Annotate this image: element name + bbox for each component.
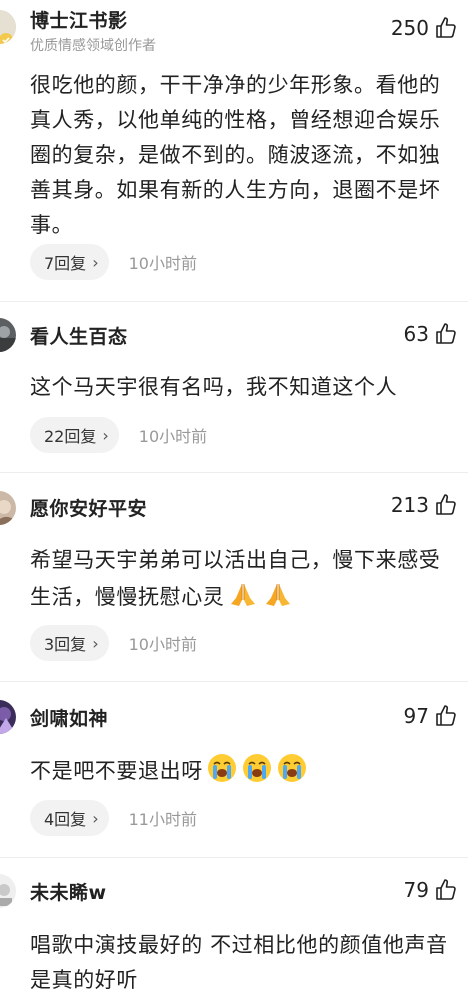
comment-item: 博士江书影 优质情感领域创作者 250 很吃他的颜，干干净净的少年形象。看他的真… [0, 0, 468, 300]
reply-count: 3回复 [44, 635, 87, 654]
view-replies-button[interactable]: 22回复 › [30, 417, 119, 453]
like-count: 213 [390, 493, 429, 517]
comment-text: 希望马天宇弟弟可以活出自己，慢下来感受生活，慢慢抚慰心灵 [30, 543, 460, 615]
view-replies-button[interactable]: 7回复 › [30, 244, 109, 280]
avatar[interactable] [0, 491, 16, 525]
thumbs-up-icon [436, 323, 456, 344]
comment-text-content: 不是吧不要退出呀 [30, 759, 203, 783]
reply-row: 7回复 › 10小时前 [30, 244, 197, 280]
comment-username[interactable]: 博士江书影 [30, 6, 128, 33]
like-button[interactable]: 97 [404, 704, 458, 728]
like-count: 63 [403, 322, 429, 346]
comment-time: 10小时前 [138, 427, 208, 446]
reply-count: 22回复 [44, 427, 97, 446]
comment-username[interactable]: 未未睎w [30, 878, 107, 905]
like-count: 250 [390, 16, 429, 40]
view-replies-button[interactable]: 3回复 › [30, 625, 109, 661]
comment-item: 未未睎w 79 唱歌中演技最好的 不过相比他的颜值他声音是真的好听 [0, 858, 468, 1000]
avatar[interactable] [0, 10, 16, 44]
loudly-crying-face-emoji [277, 754, 306, 782]
chevron-right-icon: › [92, 808, 99, 828]
like-count: 97 [403, 704, 429, 728]
reply-count: 7回复 [44, 254, 87, 273]
chevron-right-icon: › [102, 425, 109, 445]
chevron-right-icon: › [92, 252, 99, 272]
avatar[interactable] [0, 318, 16, 352]
like-button[interactable]: 250 [391, 16, 458, 40]
like-button[interactable]: 213 [391, 493, 458, 517]
chevron-right-icon: › [92, 633, 99, 653]
like-button[interactable]: 63 [404, 322, 458, 346]
folded-hands-emoji [266, 584, 291, 606]
view-replies-button[interactable]: 4回复 › [30, 800, 109, 836]
comment-username[interactable]: 看人生百态 [30, 322, 128, 349]
comment-time: 11小时前 [128, 810, 197, 829]
reply-row: 3回复 › 10小时前 [30, 625, 197, 661]
comment-item: 愿你安好平安 213 希望马天宇弟弟可以活出自己，慢下来感受生活，慢慢抚慰心灵 … [0, 473, 468, 680]
thumbs-up-icon [436, 17, 456, 38]
comment-time: 10小时前 [128, 635, 197, 654]
creator-badge: 优质情感领域创作者 [30, 38, 156, 54]
comment-text: 不是吧不要退出呀 [30, 752, 460, 789]
thumbs-up-icon [436, 494, 456, 515]
comment-item: 剑啸如神 97 不是吧不要退出呀 4回复 › 11小时前 [0, 682, 468, 852]
like-count: 79 [403, 878, 429, 902]
avatar[interactable] [0, 874, 16, 908]
like-button[interactable]: 79 [404, 878, 458, 902]
comment-username[interactable]: 剑啸如神 [30, 704, 108, 731]
reply-row: 22回复 › 10小时前 [30, 417, 207, 453]
loudly-crying-face-emoji [207, 754, 236, 782]
comment-list: 博士江书影 优质情感领域创作者 250 很吃他的颜，干干净净的少年形象。看他的真… [0, 0, 468, 1000]
loudly-crying-face-emoji [242, 754, 271, 782]
thumbs-up-icon [436, 879, 456, 900]
comment-item: 看人生百态 63 这个马天宇很有名吗，我不知道这个人 22回复 › 10小时前 [0, 302, 468, 472]
avatar[interactable] [0, 700, 16, 734]
reply-row: 4回复 › 11小时前 [30, 800, 197, 836]
comment-text: 唱歌中演技最好的 不过相比他的颜值他声音是真的好听 [30, 933, 448, 992]
thumbs-up-icon [436, 705, 456, 726]
comment-text: 很吃他的颜，干干净净的少年形象。看他的真人秀，以他单纯的性格，曾经想迎合娱乐圈的… [30, 73, 441, 237]
reply-count: 4回复 [44, 810, 87, 829]
comment-text: 这个马天宇很有名吗，我不知道这个人 [30, 375, 398, 399]
folded-hands-emoji [231, 584, 256, 606]
comment-time: 10小时前 [128, 254, 197, 273]
comment-username[interactable]: 愿你安好平安 [30, 494, 147, 521]
